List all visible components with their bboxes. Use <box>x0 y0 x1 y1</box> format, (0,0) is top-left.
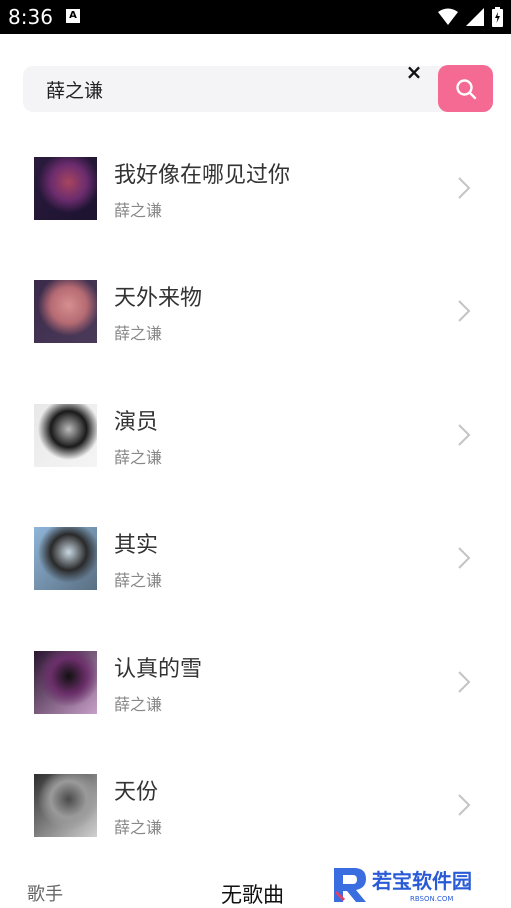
album-cover <box>34 280 97 343</box>
notification-icon: A <box>66 9 80 23</box>
battery-icon <box>492 7 503 27</box>
chevron-right-icon <box>458 177 471 199</box>
album-cover <box>34 651 97 714</box>
album-cover <box>34 774 97 837</box>
album-cover <box>34 527 97 590</box>
album-cover <box>34 404 97 467</box>
status-bar: 8:36 A <box>0 0 511 34</box>
list-item[interactable]: 演员 薛之谦 <box>0 372 511 472</box>
search-box[interactable] <box>23 66 463 112</box>
album-cover <box>34 157 97 220</box>
search-bar: × <box>23 61 493 112</box>
clear-icon[interactable]: × <box>403 61 425 83</box>
list-item[interactable]: 其实 薛之谦 <box>0 495 511 595</box>
chevron-right-icon <box>458 300 471 322</box>
watermark-text: 若宝软件园 <box>371 869 472 893</box>
chevron-right-icon <box>458 794 471 816</box>
song-artist: 薛之谦 <box>114 448 163 467</box>
song-artist: 薛之谦 <box>114 695 163 714</box>
bottom-bar: 歌手 无歌曲 若宝软件园 RBSON.COM <box>0 862 511 908</box>
list-item[interactable]: 认真的雪 薛之谦 <box>0 619 511 719</box>
song-artist: 薛之谦 <box>114 324 163 343</box>
song-title: 其实 <box>114 533 159 558</box>
song-title: 演员 <box>114 410 159 435</box>
tab-singer[interactable]: 歌手 <box>27 880 63 906</box>
list-item[interactable]: 我好像在哪见过你 薛之谦 <box>0 125 511 225</box>
chevron-right-icon <box>458 547 471 569</box>
system-icons <box>438 7 503 27</box>
list-item[interactable]: 天份 薛之谦 <box>0 742 511 842</box>
empty-state-label: 无歌曲 <box>221 883 284 907</box>
song-title: 天外来物 <box>114 286 203 311</box>
search-input[interactable] <box>46 75 406 103</box>
chevron-right-icon <box>458 671 471 693</box>
song-title: 我好像在哪见过你 <box>114 163 291 188</box>
watermark-logo: 若宝软件园 RBSON.COM <box>334 868 472 903</box>
song-title: 天份 <box>114 780 159 805</box>
search-button[interactable] <box>438 65 493 112</box>
search-icon <box>455 78 476 99</box>
chevron-right-icon <box>458 424 471 446</box>
list-item[interactable]: 天外来物 薛之谦 <box>0 248 511 348</box>
signal-icon <box>466 8 484 26</box>
song-artist: 薛之谦 <box>114 571 163 590</box>
watermark-sub: RBSON.COM <box>410 895 453 903</box>
song-title: 认真的雪 <box>114 657 203 682</box>
status-time: 8:36 <box>8 5 53 29</box>
song-artist: 薛之谦 <box>114 818 163 837</box>
wifi-icon <box>438 8 458 25</box>
song-artist: 薛之谦 <box>114 201 163 220</box>
